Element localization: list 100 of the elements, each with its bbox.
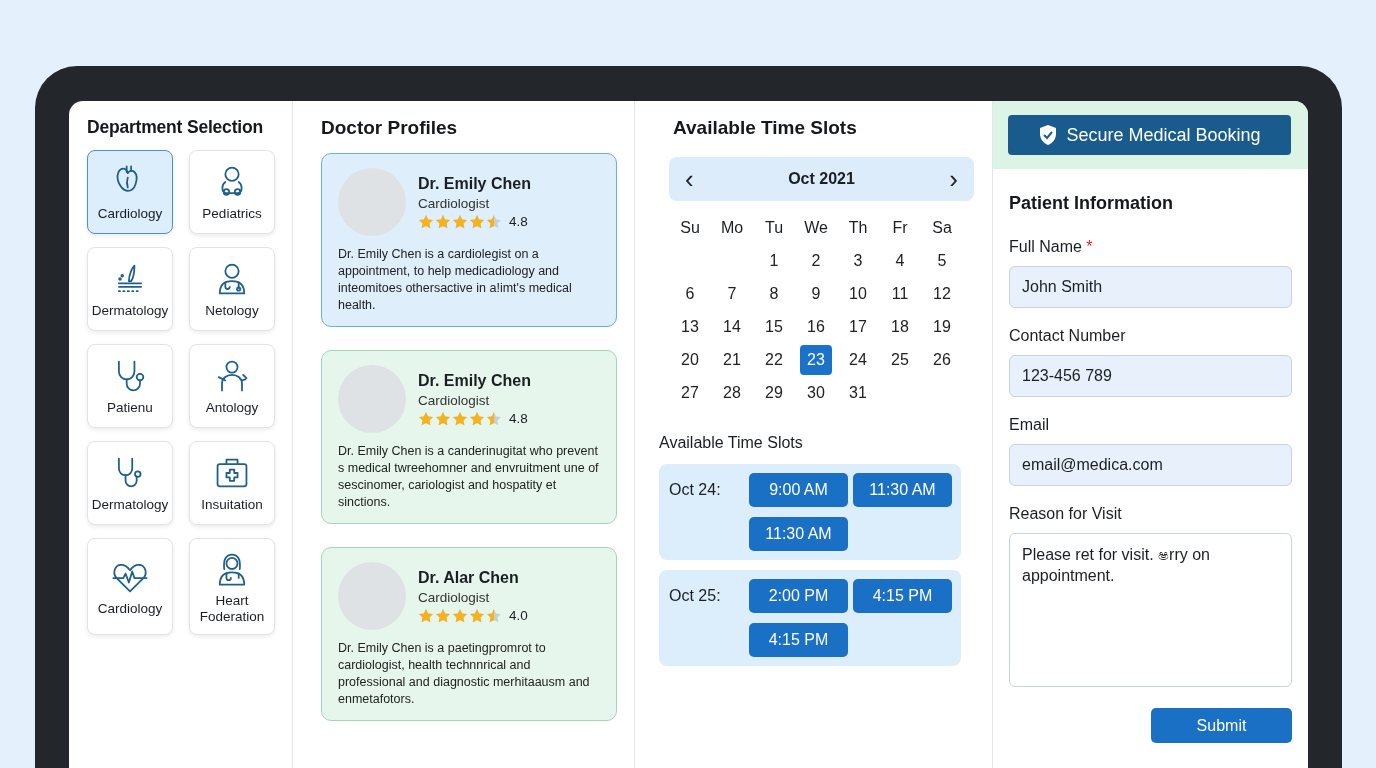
section-title: Available Time Slots [659, 434, 804, 452]
input-field[interactable]: John Smith [1009, 266, 1292, 308]
field-label: Reason for Visit [1009, 505, 1123, 523]
star-icon [418, 607, 434, 624]
calendar-day[interactable]: 6 [674, 279, 706, 309]
calendar-day[interactable]: 21 [716, 345, 748, 375]
department-tile[interactable]: Pediatrics [189, 150, 275, 234]
calendar-day[interactable]: 30 [800, 378, 832, 408]
doctor-bio: Dr. Emily Chen is a cardiolegist on a appointment, to help medicadiology and inteomitoes othersactive in a!imt's medical health. [338, 246, 573, 314]
slot-date: Oct 24: [669, 480, 722, 500]
calendar-day[interactable]: 27 [674, 378, 706, 408]
calendar-day[interactable]: 25 [884, 345, 916, 375]
calendar-day[interactable]: 29 [758, 378, 790, 408]
department-tile[interactable]: Cardiology [87, 538, 173, 635]
calendar-day[interactable]: 31 [842, 378, 874, 408]
calendar-day[interactable]: 11 [884, 279, 916, 309]
doctor-specialty: Cardiologist [418, 392, 491, 408]
star-icon [435, 410, 451, 427]
weekday-label: Tu [763, 218, 785, 238]
star-icon [418, 410, 434, 427]
calendar-day[interactable]: 5 [926, 246, 958, 276]
calendar-day[interactable]: 7 [716, 279, 748, 309]
department-tile[interactable]: Dermatology [87, 247, 173, 331]
field-label: Email [1009, 416, 1050, 434]
time-slot-button[interactable]: 9:00 AM [749, 473, 848, 507]
time-slot-button[interactable]: 11:30 AM [749, 517, 848, 551]
star-icon [418, 213, 434, 230]
time-slot-button[interactable]: 2:00 PM [749, 579, 848, 613]
department-tile[interactable]: Patienu [87, 344, 173, 428]
calendar-day[interactable]: 14 [716, 312, 748, 342]
calendar-day[interactable]: 20 [674, 345, 706, 375]
star-icon [469, 607, 485, 624]
rating-value: 4.0 [509, 608, 528, 623]
calendar-day[interactable]: 26 [926, 345, 958, 375]
previous-month-button[interactable]: ‹ [677, 163, 702, 195]
time-slot-button[interactable]: 11:30 AM [853, 473, 952, 507]
form-title: Patient Information [1009, 193, 1174, 214]
calendar-day[interactable]: 8 [758, 279, 790, 309]
star-icon [435, 213, 451, 230]
star-icon [452, 607, 468, 624]
star-icon [486, 213, 502, 230]
input-field[interactable]: email@medica.com [1009, 444, 1292, 486]
weekday-label: Fr [891, 218, 909, 238]
calendar-day[interactable]: 13 [674, 312, 706, 342]
star-icon [452, 213, 468, 230]
field-label: Full Name * [1009, 238, 1094, 256]
calendar-day[interactable]: 3 [842, 246, 874, 276]
rating-value: 4.8 [509, 214, 528, 229]
star-icon [486, 607, 502, 624]
calendar-day[interactable]: 2 [800, 246, 832, 276]
calendar-day[interactable]: 12 [926, 279, 958, 309]
star-icon [435, 607, 451, 624]
time-slot-button[interactable]: 4:15 PM [749, 623, 848, 657]
star-icon [452, 410, 468, 427]
calendar-day[interactable]: 17 [842, 312, 874, 342]
department-tile[interactable]: Antology [189, 344, 275, 428]
doctor-bio: Dr. Emily Chen is a paetingpromrot to cardiologist, health technnrical and professional and diagnostic merhitaausm and enmetafotors. [338, 640, 591, 708]
department-tile[interactable]: Dermatology [87, 441, 173, 525]
secure-booking-button[interactable]: Secure Medical Booking [1008, 115, 1291, 155]
calendar-day[interactable]: 9 [800, 279, 832, 309]
department-tile[interactable]: Netology [189, 247, 275, 331]
calendar-day[interactable]: 28 [716, 378, 748, 408]
calendar-day[interactable]: 16 [800, 312, 832, 342]
doctor-card[interactable]: Dr. Emily Chen Cardiologist 4.8 Dr. Emily Chen is a canderinugitat who prevent s medical twreehomner and envruitment une of sescinomer, cariologist and hospatity et sinctions. [321, 350, 617, 524]
shield-check-icon [1038, 124, 1059, 146]
weekday-label: Su [679, 218, 701, 238]
department-tile[interactable]: Cardiology [87, 150, 173, 234]
input-field[interactable]: 123-456 789 [1009, 355, 1292, 397]
next-month-button[interactable]: › [941, 163, 966, 195]
department-tile[interactable]: Insuitation [189, 441, 275, 525]
weekday-label: Th [847, 218, 869, 238]
doctor-name: Dr. Emily Chen [418, 174, 531, 193]
calendar-day[interactable]: 22 [758, 345, 790, 375]
star-icon [469, 213, 485, 230]
section-title: Doctor Profiles [321, 117, 459, 139]
month-label: Oct 2021 [788, 170, 855, 188]
reason-textarea[interactable]: Please ret for visit. ෂrry on appointment. [1009, 533, 1292, 687]
section-title: Available Time Slots [673, 117, 858, 139]
rating-value: 4.8 [509, 411, 528, 426]
slot-date: Oct 25: [669, 586, 722, 606]
submit-button[interactable]: Submit [1151, 708, 1292, 743]
weekday-label: Mo [719, 218, 745, 238]
calendar-day[interactable]: 24 [842, 345, 874, 375]
time-slot-button[interactable]: 4:15 PM [853, 579, 952, 613]
department-tile[interactable]: Heart Foderation [189, 538, 275, 635]
calendar-day[interactable]: 18 [884, 312, 916, 342]
calendar-day[interactable]: 23 [800, 345, 832, 375]
doctor-card[interactable]: Dr. Alar Chen Cardiologist 4.0 Dr. Emily Chen is a paetingpromrot to cardiologist, health technnrical and professional and diagnostic merhitaausm and enmetafotors. [321, 547, 617, 721]
doctor-card[interactable]: Dr. Emily Chen Cardiologist 4.8 Dr. Emily Chen is a cardiolegist on a appointment, to help medicadiology and inteomitoes othersactive in a!imt's medical health. [321, 153, 617, 327]
weekday-label: Sa [931, 218, 953, 238]
doctor-specialty: Cardiologist [418, 589, 491, 605]
doctor-bio: Dr. Emily Chen is a canderinugitat who prevent s medical twreehomner and envruitment une of sescinomer, cariologist and hospatity et sinctions. [338, 443, 600, 511]
calendar-day[interactable]: 15 [758, 312, 790, 342]
doctor-name: Dr. Alar Chen [418, 568, 520, 587]
calendar-day[interactable]: 1 [758, 246, 790, 276]
calendar-day[interactable]: 4 [884, 246, 916, 276]
calendar-day[interactable]: 10 [842, 279, 874, 309]
doctor-name: Dr. Emily Chen [418, 371, 531, 390]
calendar-day[interactable]: 19 [926, 312, 958, 342]
field-label: Contact Number [1009, 327, 1127, 345]
